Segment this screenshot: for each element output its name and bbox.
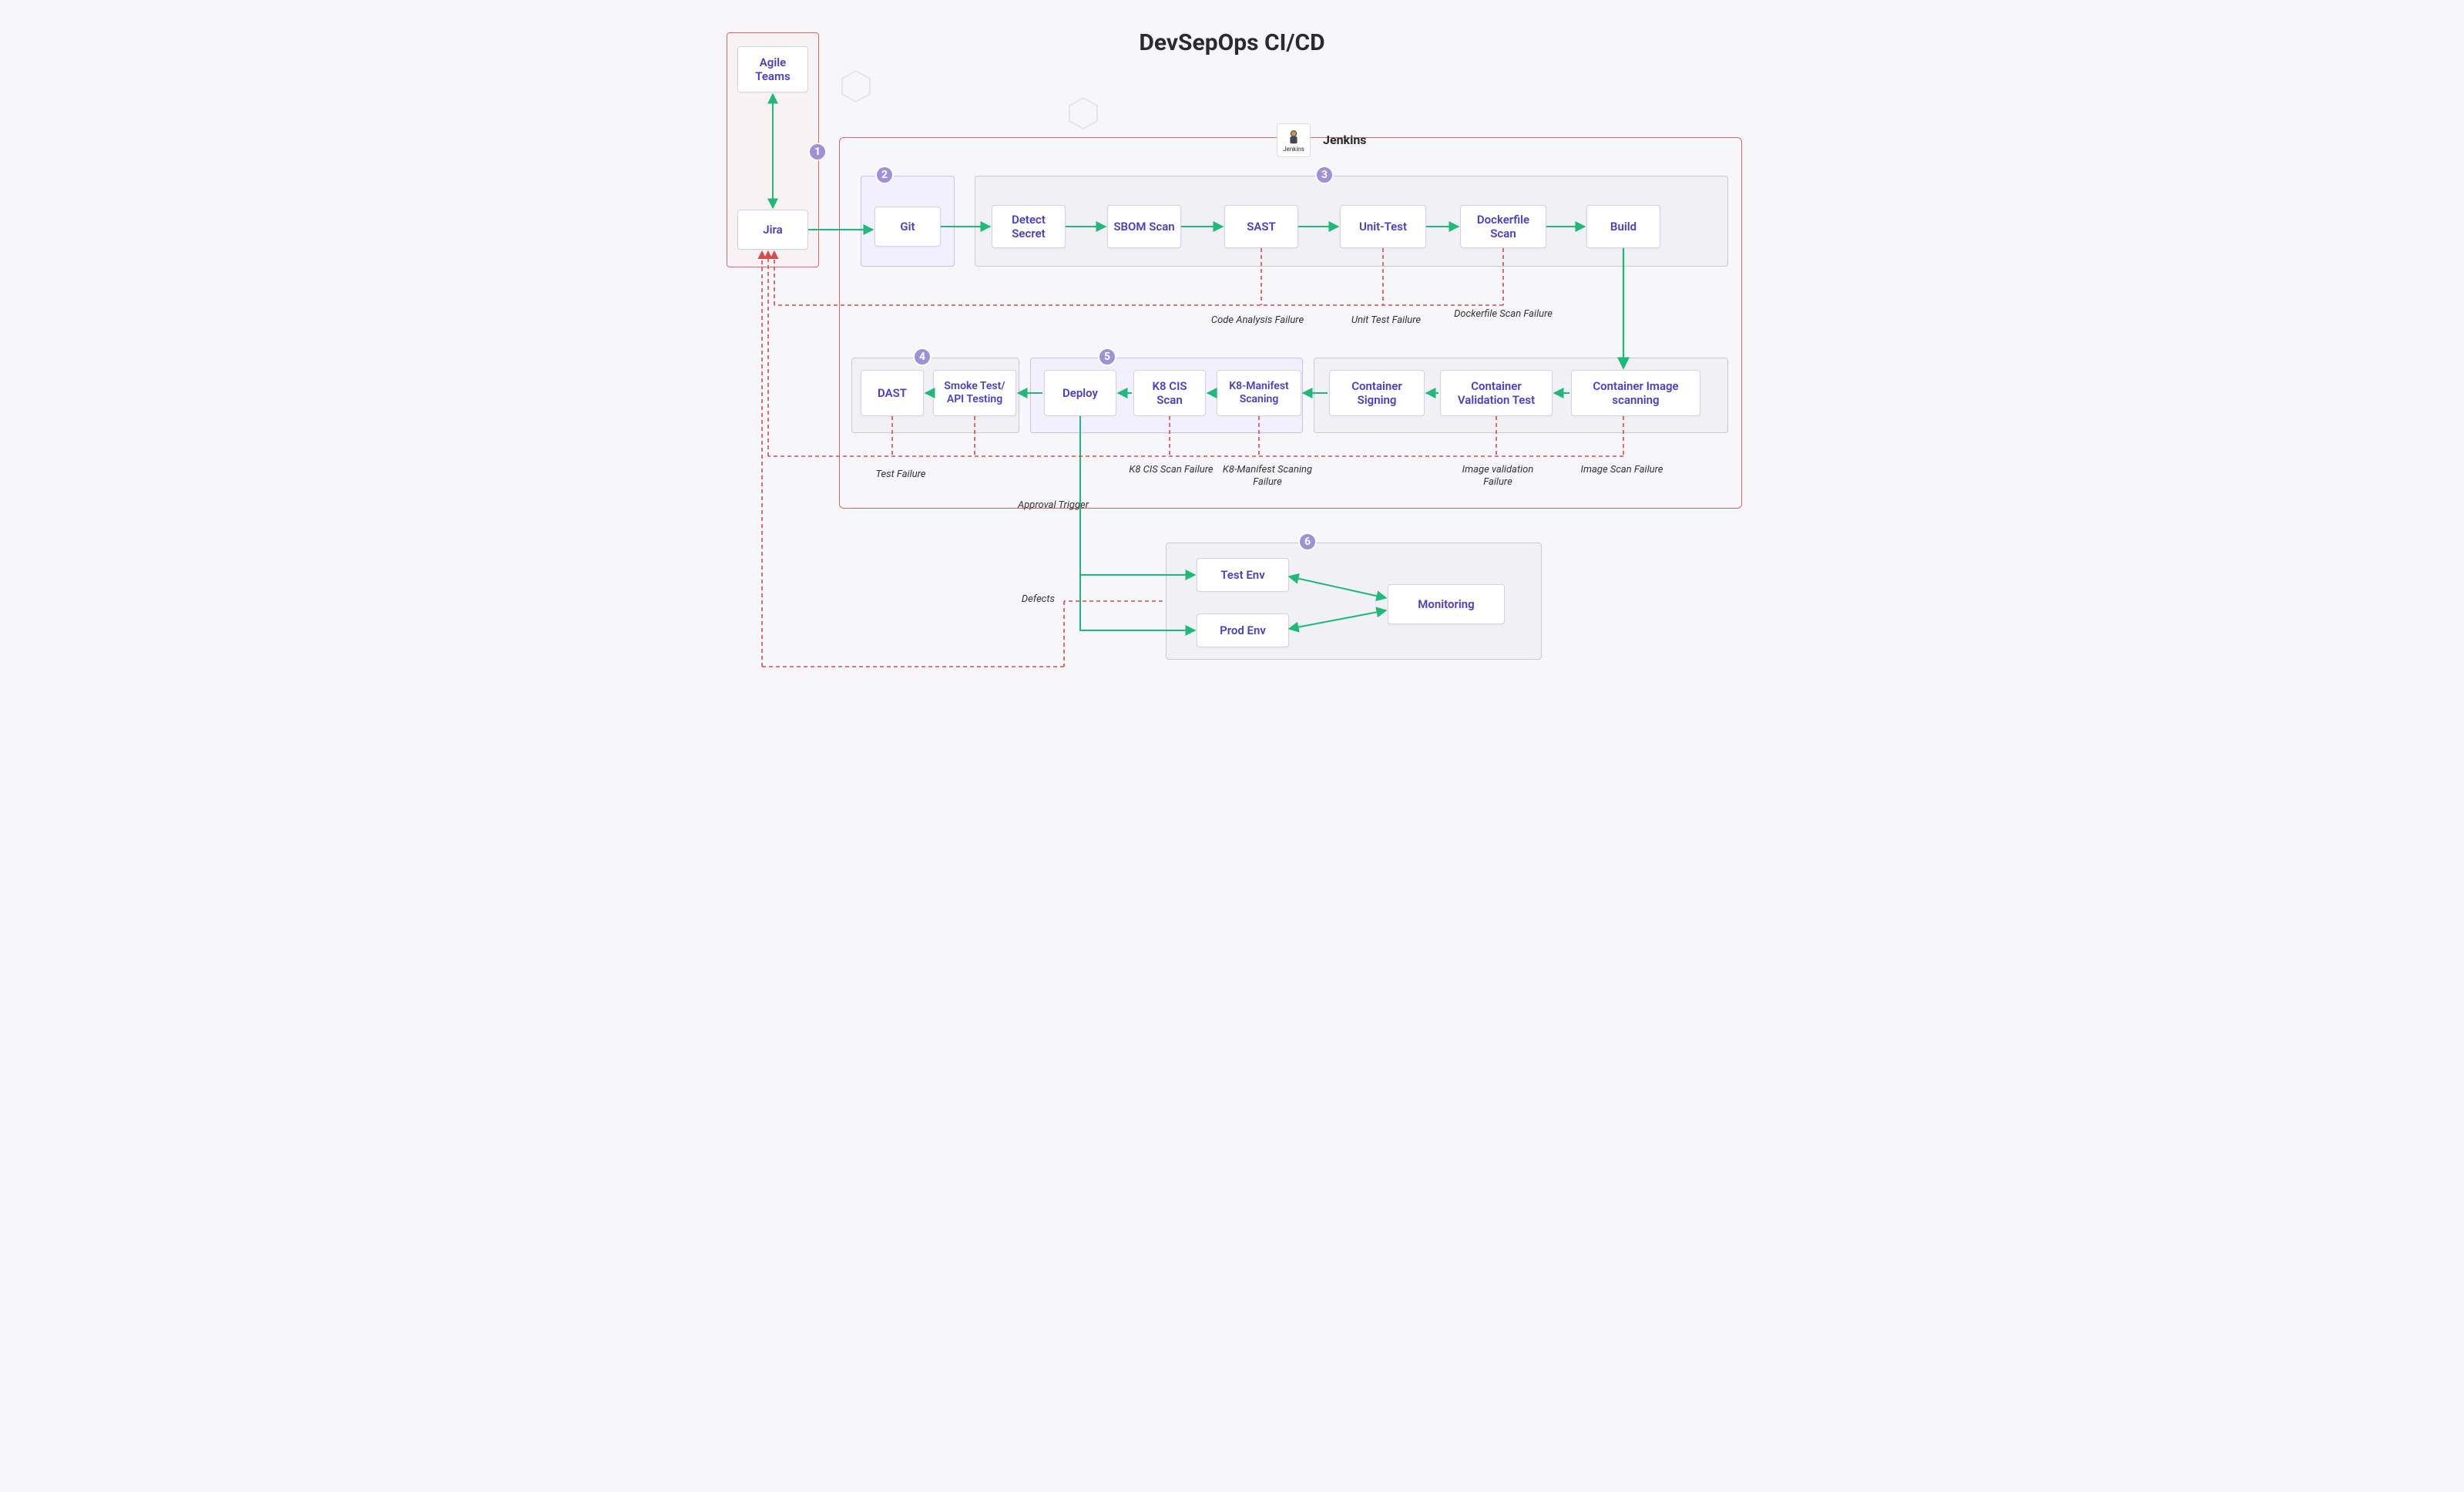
badge-5: 5 (1098, 348, 1116, 366)
node-git: Git (874, 207, 941, 247)
node-sast: SAST (1224, 205, 1298, 248)
node-jira: Jira (737, 210, 808, 250)
node-k8-cis-scan: K8 CIS Scan (1133, 370, 1206, 416)
node-smoke-api-testing: Smoke Test/ API Testing (933, 370, 1016, 416)
annot-unit-test-failure: Unit Test Failure (1340, 314, 1432, 327)
annot-dockerfile-scan-failure: Dockerfile Scan Failure (1449, 308, 1557, 321)
node-sbom-scan: SBOM Scan (1107, 205, 1181, 248)
annot-test-failure: Test Failure (862, 469, 939, 481)
node-container-image-scanning: Container Image scanning (1571, 370, 1700, 416)
diagram-canvas: DevSepOps CI/CD 1 Agile Teams Jira Jenki… (685, 8, 1779, 686)
badge-3: 3 (1315, 166, 1334, 184)
diagram-title: DevSepOps CI/CD (685, 29, 1779, 56)
node-build: Build (1586, 205, 1660, 248)
annot-approval-trigger: Approval Trigger (1007, 499, 1099, 512)
jenkins-label: Jenkins (1323, 133, 1367, 147)
annot-code-analysis-failure: Code Analysis Failure (1200, 314, 1315, 327)
badge-6: 6 (1298, 533, 1317, 551)
annot-defects: Defects (993, 593, 1055, 606)
annot-k8-manifest-failure: K8-Manifest Scaning Failure (1221, 464, 1314, 488)
annot-image-validation-failure: Image validation Failure (1448, 464, 1548, 488)
node-container-signing: Container Signing (1329, 370, 1425, 416)
node-container-validation-test: Container Validation Test (1440, 370, 1553, 416)
node-agile-teams: Agile Teams (737, 46, 808, 92)
node-test-env: Test Env (1197, 558, 1289, 592)
node-dockerfile-scan: Dockerfile Scan (1460, 205, 1546, 248)
hex-decoration (1066, 96, 1100, 130)
badge-4: 4 (913, 348, 932, 366)
node-unit-test: Unit-Test (1340, 205, 1426, 248)
annot-k8-cis-failure: K8 CIS Scan Failure (1129, 464, 1214, 476)
jenkins-icon: Jenkins (1277, 123, 1311, 157)
badge-1: 1 (808, 143, 827, 161)
node-monitoring: Monitoring (1388, 584, 1505, 624)
badge-2: 2 (875, 166, 894, 184)
annot-image-scan-failure: Image Scan Failure (1576, 464, 1668, 476)
node-k8-manifest-scanning: K8-Manifest Scaning (1217, 370, 1301, 416)
hex-decoration (839, 69, 873, 103)
node-detect-secret: Detect Secret (992, 205, 1066, 248)
node-prod-env: Prod Env (1197, 613, 1289, 647)
node-deploy: Deploy (1044, 370, 1116, 416)
node-dast: DAST (861, 370, 924, 416)
